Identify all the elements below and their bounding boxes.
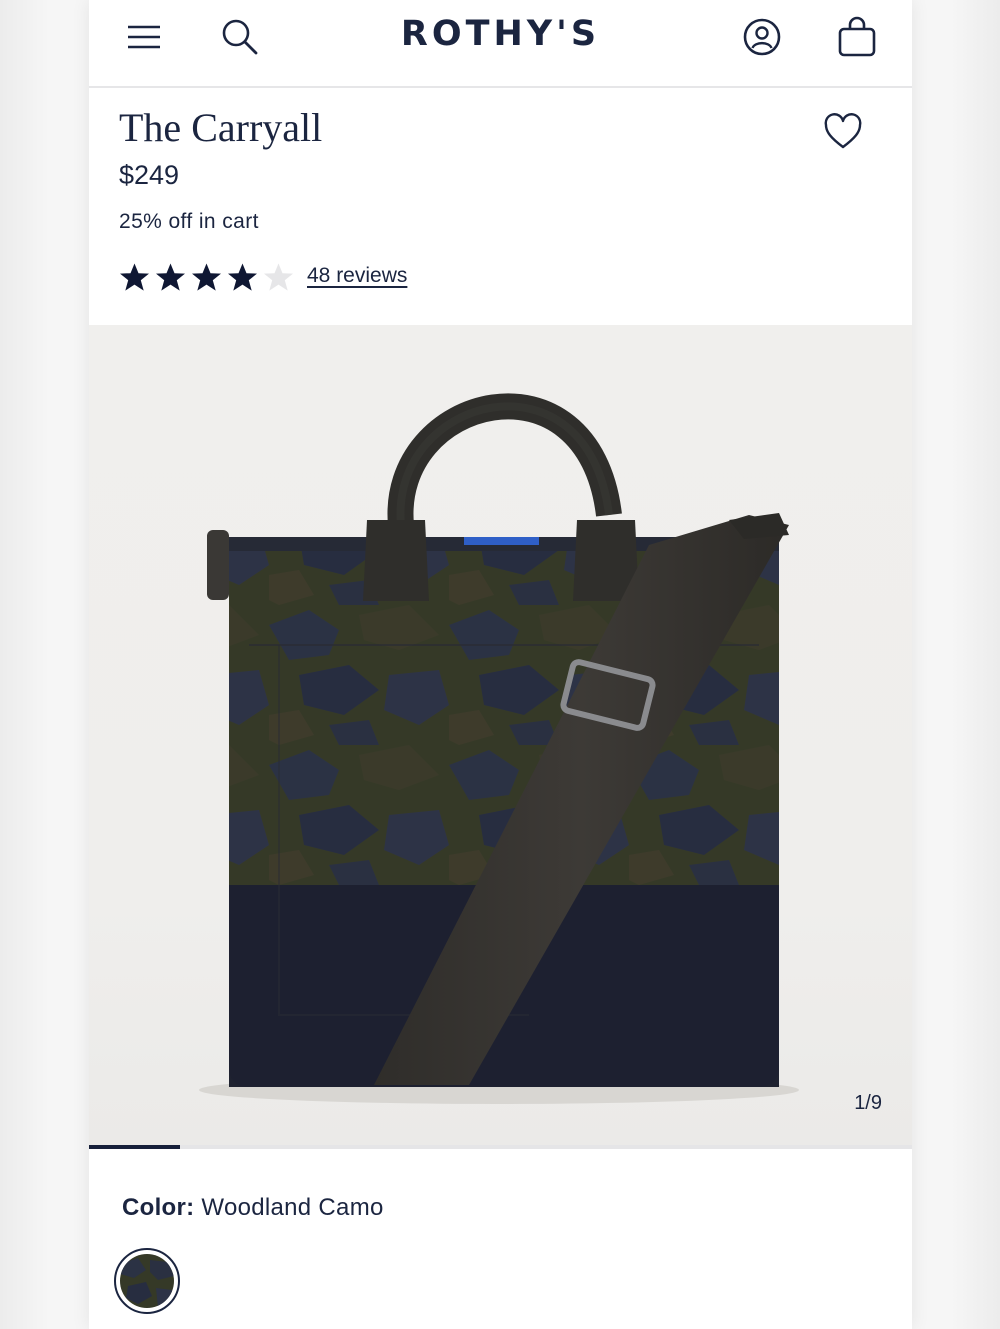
rating-stars [119,262,294,293]
product-image-gallery[interactable]: 1/9 [89,325,912,1145]
color-selection-label: Color: Woodland Camo [122,1194,384,1222]
reviews-link[interactable]: 48 reviews [307,264,407,288]
account-icon [743,18,781,56]
image-counter: 1/9 [854,1092,882,1114]
star-empty-icon [264,263,293,291]
promo-text: 25% off in cart [119,210,259,233]
brand-logo[interactable]: ROTHY'S [89,14,912,54]
star-filled-icon [192,263,221,291]
site-header: ROTHY'S [89,0,912,88]
camo-swatch-icon [120,1254,174,1308]
account-button[interactable] [737,12,787,62]
gallery-progress-track [89,1145,912,1149]
star-filled-icon [120,263,149,291]
product-title: The Carryall [119,105,323,150]
heart-icon [824,113,862,149]
product-page: ROTHY'S The Carryall $249 25% off in car… [89,0,912,1329]
star-filled-icon [156,263,185,291]
color-label: Color: [122,1194,195,1221]
product-image [199,393,799,1104]
cart-button[interactable] [832,12,882,62]
gallery-progress-fill [89,1145,181,1149]
product-price: $249 [119,160,180,190]
shopping-bag-icon [838,16,876,57]
color-swatch-woodland-camo[interactable] [114,1248,180,1314]
color-value: Woodland Camo [201,1194,384,1221]
favorite-button[interactable] [819,108,867,156]
star-filled-icon [228,263,257,291]
